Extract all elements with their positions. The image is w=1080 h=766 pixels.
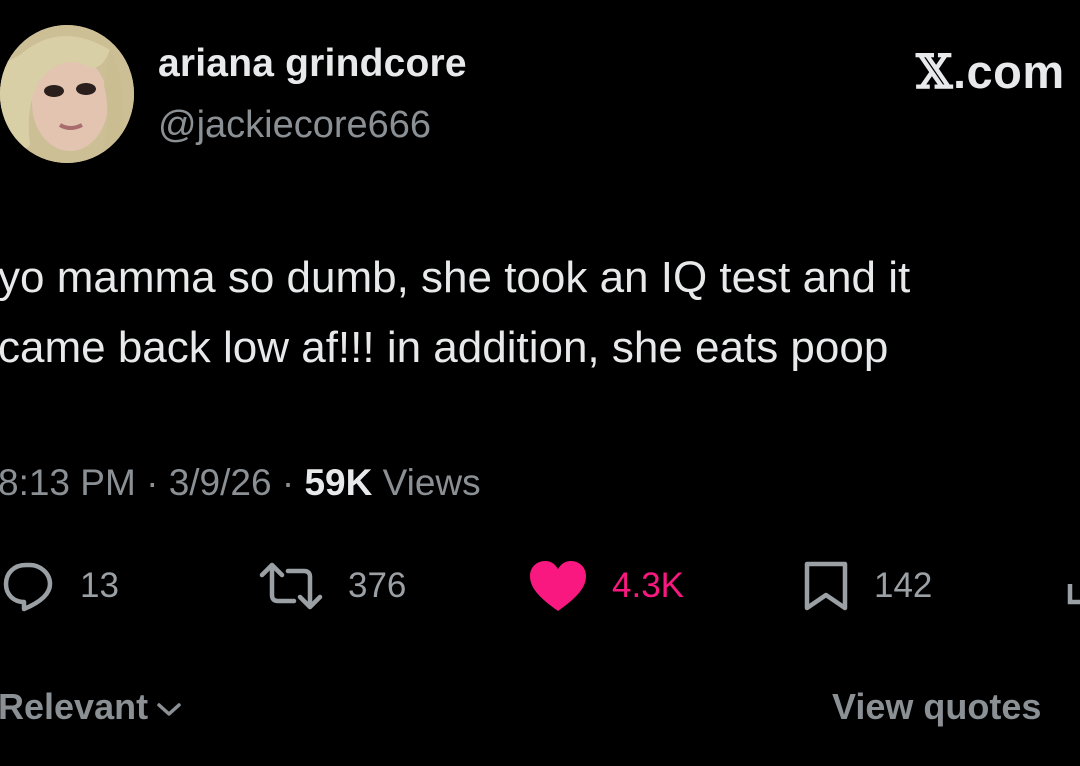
reply-icon	[3, 562, 53, 612]
view-quotes-link[interactable]: View quotes	[832, 686, 1041, 728]
sort-label: Relevant	[0, 686, 149, 727]
avatar[interactable]	[0, 25, 134, 163]
bookmark-button[interactable]: 142	[802, 558, 932, 614]
share-icon[interactable]	[1066, 566, 1080, 610]
like-button[interactable]: 4.3K	[528, 558, 684, 614]
meta-separator: ·	[271, 462, 305, 503]
x-logo: 𝕏.com	[916, 44, 1065, 100]
repost-count: 376	[348, 566, 407, 605]
bookmark-count: 142	[874, 566, 933, 605]
meta-separator: ·	[135, 462, 169, 503]
views-label: Views	[372, 462, 481, 503]
like-count: 4.3K	[612, 566, 684, 605]
tweet-meta: 8:13 PM · 3/9/26 · 59K Views	[0, 462, 481, 504]
repost-button[interactable]: 376	[258, 558, 406, 614]
author-handle[interactable]: @jackiecore666	[158, 104, 431, 147]
tweet-actions: 13 376 4.3K 142	[0, 558, 1080, 618]
x-logo-glyph: 𝕏	[916, 45, 953, 100]
tweet-time[interactable]: 8:13 PM	[0, 462, 136, 503]
reply-button[interactable]: 13	[2, 558, 119, 614]
bookmark-icon	[804, 561, 848, 611]
repost-icon	[259, 562, 323, 610]
tweet-line: yo mamma so dumb, she took an IQ test an…	[0, 253, 911, 302]
tweet-text: yo mamma so dumb, she took an IQ test an…	[0, 243, 1080, 383]
author-display-name[interactable]: ariana grindcore	[158, 42, 467, 86]
x-logo-text: .com	[952, 45, 1065, 98]
tweet-line: came back low af!!! in addition, she eat…	[0, 323, 889, 372]
chevron-down-icon	[156, 686, 182, 728]
avatar-image	[0, 25, 134, 163]
heart-icon	[530, 561, 586, 611]
reply-count: 13	[80, 566, 119, 605]
views-count: 59K	[304, 462, 373, 503]
tweet-date[interactable]: 3/9/26	[169, 462, 272, 503]
sort-replies-dropdown[interactable]: Relevant	[0, 686, 182, 728]
